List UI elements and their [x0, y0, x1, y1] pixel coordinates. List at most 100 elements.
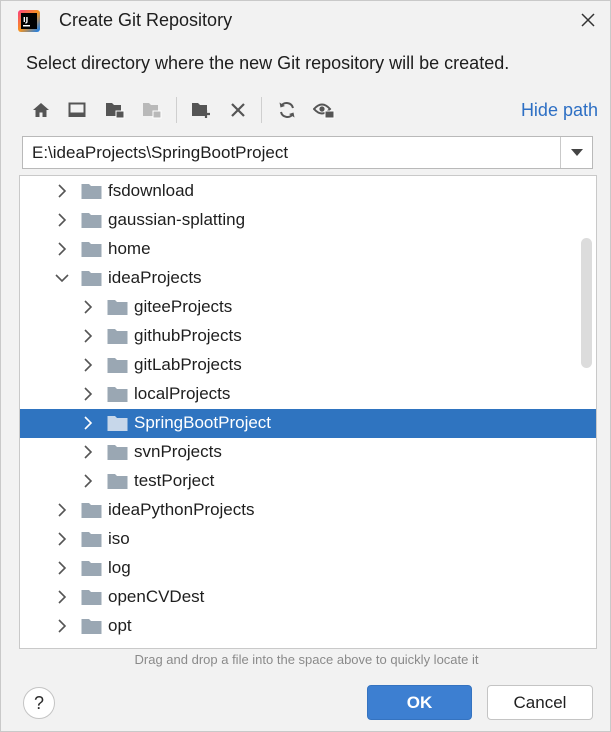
chevron-right-icon[interactable] [80, 385, 96, 403]
tree-row-label: svnProjects [134, 442, 222, 461]
chevron-right-icon[interactable] [54, 240, 70, 258]
chevron-right-icon[interactable] [54, 559, 70, 577]
tree-row[interactable]: svnProjects [20, 438, 596, 467]
new-folder-button[interactable] [188, 97, 214, 123]
folder-icon [107, 415, 128, 432]
folder-icon [81, 618, 102, 635]
tree-row[interactable]: SpringBootProject [20, 409, 596, 438]
folder-icon [81, 502, 102, 519]
tree-row[interactable]: ideaProjects [20, 264, 596, 293]
close-icon [581, 13, 595, 27]
cancel-button[interactable]: Cancel [487, 685, 593, 720]
tree-row-label: ideaPythonProjects [108, 500, 255, 519]
folder-icon [81, 589, 102, 606]
tree-row[interactable]: iso [20, 525, 596, 554]
tree-row-label: home [108, 239, 151, 258]
new-folder-icon [192, 103, 210, 118]
path-input[interactable] [23, 137, 560, 168]
tree-row[interactable]: githubProjects [20, 322, 596, 351]
toolbar-separator [261, 97, 262, 123]
folder-icon [107, 299, 128, 316]
folder-icon [81, 183, 102, 200]
show-hidden-files-button[interactable] [311, 97, 337, 123]
tree-row[interactable]: openCVDest [20, 583, 596, 612]
svg-text:IJ: IJ [23, 16, 28, 24]
chevron-right-icon[interactable] [54, 501, 70, 519]
tree-row-label: SpringBootProject [134, 413, 272, 432]
folder-icon [81, 270, 102, 287]
chevron-right-icon[interactable] [80, 472, 96, 490]
close-button[interactable] [573, 7, 603, 33]
chevron-right-icon[interactable] [80, 414, 96, 432]
chevron-right-icon[interactable] [54, 211, 70, 229]
tree-row[interactable]: giteeProjects [20, 293, 596, 322]
tree-row[interactable]: fsdownload [20, 177, 596, 206]
hide-path-link[interactable]: Hide path [521, 100, 598, 121]
folder-icon [107, 328, 128, 345]
path-combobox [22, 136, 593, 169]
tree-row[interactable]: localProjects [20, 380, 596, 409]
tree-row-label: opt [108, 616, 132, 635]
module-directory-button [139, 97, 165, 123]
show-hidden-icon [313, 103, 335, 119]
ok-button[interactable]: OK [367, 685, 472, 720]
delete-button[interactable] [225, 97, 251, 123]
tree-row-label: iso [108, 529, 130, 548]
tree-row-label: localProjects [134, 384, 231, 403]
refresh-button[interactable] [274, 97, 300, 123]
dialog-description: Select directory where the new Git repos… [26, 53, 510, 73]
tree-row-label: ideaProjects [108, 268, 202, 287]
folder-icon [81, 241, 102, 258]
tree-row[interactable]: log [20, 554, 596, 583]
tree-row-label: openCVDest [108, 587, 205, 606]
chevron-right-icon[interactable] [80, 356, 96, 374]
chevron-right-icon[interactable] [54, 588, 70, 606]
tree-scrollbar[interactable] [581, 238, 592, 368]
home-button[interactable] [28, 97, 54, 123]
folder-icon [107, 386, 128, 403]
refresh-icon [279, 102, 295, 118]
chevron-right-icon[interactable] [54, 617, 70, 635]
drag-drop-hint: Drag and drop a file into the space abov… [134, 652, 479, 667]
chevron-right-icon[interactable] [80, 443, 96, 461]
tree-row[interactable]: home [20, 235, 596, 264]
tree-row-label: log [108, 558, 131, 577]
directory-tree: fsdownload gaussian-splatting home ideaProj… [19, 175, 597, 649]
tree-row-label: fsdownload [108, 181, 195, 200]
title-bar: IJ Create Git Repository [1, 1, 611, 43]
folder-icon [107, 473, 128, 490]
tree-row-label: testPorject [134, 471, 215, 490]
desktop-icon [68, 102, 86, 117]
tree-row-label: gitLabProjects [134, 355, 242, 374]
chevron-down-icon[interactable] [54, 269, 70, 287]
chevron-right-icon[interactable] [80, 298, 96, 316]
tree-row[interactable]: ideaPythonProjects [20, 496, 596, 525]
tree-row-label: giteeProjects [134, 297, 233, 316]
tree-row[interactable]: gitLabProjects [20, 351, 596, 380]
home-icon [33, 103, 49, 117]
file-chooser-toolbar: Hide path [23, 93, 598, 127]
folder-icon [107, 444, 128, 461]
tree-row[interactable]: testPorject [20, 467, 596, 496]
tree-row[interactable]: opt [20, 612, 596, 641]
create-git-repository-dialog: IJ Create Git Repository Select director… [0, 0, 611, 732]
chevron-right-icon[interactable] [54, 182, 70, 200]
tree-row[interactable]: gaussian-splatting [20, 206, 596, 235]
project-folder-icon [106, 103, 125, 119]
tree-row-label: gaussian-splatting [108, 210, 246, 229]
folder-icon [107, 357, 128, 374]
help-button[interactable]: ? [23, 687, 55, 719]
toolbar-separator [176, 97, 177, 123]
chevron-right-icon[interactable] [54, 530, 70, 548]
delete-icon [231, 103, 245, 117]
dialog-title: Create Git Repository [59, 10, 233, 30]
project-directory-button[interactable] [102, 97, 128, 123]
chevron-right-icon[interactable] [80, 327, 96, 345]
folder-icon [81, 560, 102, 577]
folder-icon [81, 212, 102, 229]
intellij-idea-icon: IJ [18, 10, 40, 32]
desktop-button[interactable] [64, 97, 90, 123]
tree-row-label: githubProjects [134, 326, 242, 345]
chevron-down-icon [570, 148, 583, 156]
path-dropdown-button[interactable] [561, 137, 592, 168]
